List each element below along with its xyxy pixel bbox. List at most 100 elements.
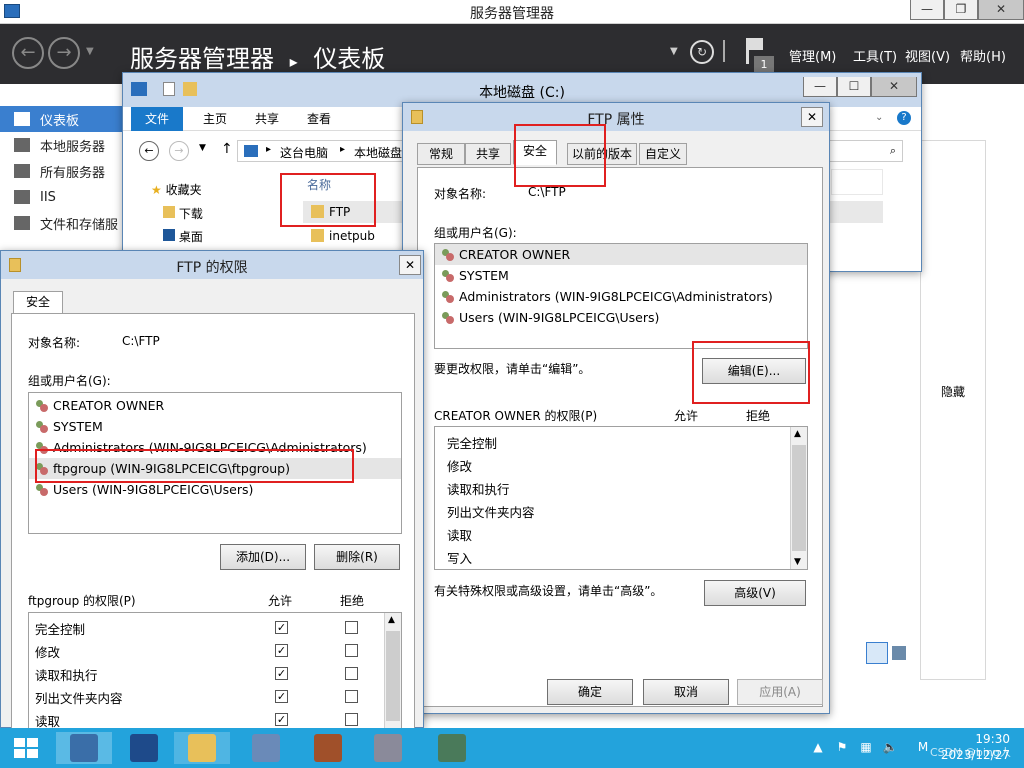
tiles-view-icon[interactable] [892, 646, 906, 660]
sidebar-item-file-storage[interactable]: 文件和存储服 [0, 210, 129, 236]
recent-dropdown-icon[interactable]: ▼ [199, 143, 206, 153]
tab-general[interactable]: 常规 [417, 143, 465, 165]
list-item[interactable]: SYSTEM [29, 416, 401, 437]
firewall-icon[interactable] [300, 732, 356, 764]
cancel-button[interactable]: 取消 [643, 679, 729, 705]
folder-icon [311, 229, 324, 242]
apply-button[interactable]: 应用(A) [737, 679, 823, 705]
menu-help[interactable]: 帮助(H) [960, 46, 1006, 65]
menu-tools[interactable]: 工具(T) [853, 46, 897, 65]
close-button[interactable]: ✕ [871, 77, 917, 97]
ok-button[interactable]: 确定 [547, 679, 633, 705]
file-explorer-icon[interactable] [174, 732, 230, 764]
menu-manage[interactable]: 管理(M) [789, 46, 836, 65]
user-name: CREATOR OWNER [53, 398, 165, 413]
sidebar-item-iis[interactable]: IIS [0, 184, 129, 210]
breadcrumb-root[interactable]: 服务器管理器 [130, 45, 274, 73]
tab-security[interactable]: 安全 [513, 140, 557, 165]
deny-checkbox[interactable] [345, 667, 358, 680]
tab-share[interactable]: 共享 [241, 107, 293, 131]
sm-window-controls: — ❐ ✕ [910, 0, 1024, 20]
minimize-button[interactable]: — [910, 0, 944, 20]
start-button[interactable] [0, 732, 56, 764]
advanced-button[interactable]: 高级(V) [704, 580, 806, 606]
list-item[interactable]: Users (WIN-9IG8LPCEICG\Users) [435, 307, 807, 328]
close-button[interactable]: ✕ [801, 107, 823, 127]
tab-customize[interactable]: 自定义 [639, 143, 687, 165]
list-item[interactable]: CREATOR OWNER [29, 395, 401, 416]
allow-checkbox[interactable]: ✓ [275, 713, 288, 726]
back-arrow-icon[interactable]: ← [139, 141, 159, 161]
nav-desktop[interactable]: 桌面 [163, 228, 203, 245]
tab-file[interactable]: 文件 [131, 107, 184, 131]
details-view-icon[interactable] [866, 642, 888, 664]
scrollbar[interactable]: ▲ [384, 613, 401, 732]
nav-downloads[interactable]: 下载 [163, 205, 203, 222]
forward-arrow-icon[interactable]: → [169, 141, 189, 161]
deny-checkbox[interactable] [345, 690, 358, 703]
file-name: inetpub [329, 229, 375, 243]
tab-home[interactable]: 主页 [189, 107, 241, 131]
network-icon[interactable] [238, 732, 294, 764]
allow-checkbox[interactable]: ✓ [275, 690, 288, 703]
list-item[interactable]: Users (WIN-9IG8LPCEICG\Users) [29, 479, 401, 500]
server-manager-taskbar-icon[interactable] [56, 732, 112, 764]
nav-favorites[interactable]: ★ 收藏夹 [151, 181, 202, 198]
tray-expand-icon[interactable]: ▲ [810, 740, 826, 756]
address-segment[interactable]: 本地磁盘 [354, 144, 402, 161]
deny-checkbox[interactable] [345, 644, 358, 657]
dropdown-icon[interactable]: ▼ [670, 46, 678, 57]
deny-checkbox[interactable] [345, 621, 358, 634]
list-item-selected[interactable]: ftpgroup (WIN-9IG8LPCEICG\ftpgroup) [29, 458, 401, 479]
services-icon[interactable] [424, 732, 480, 764]
user-list[interactable]: CREATOR OWNER SYSTEM Administrators (WIN… [28, 392, 402, 534]
allow-checkbox[interactable]: ✓ [275, 644, 288, 657]
scroll-up-icon[interactable]: ▲ [388, 615, 395, 625]
maximize-button[interactable]: ☐ [837, 77, 871, 97]
tab-view[interactable]: 查看 [293, 107, 345, 131]
scroll-down-icon[interactable]: ▼ [794, 557, 801, 567]
help-icon[interactable]: ? [897, 111, 911, 125]
scroll-thumb[interactable] [386, 631, 400, 721]
volume-icon[interactable]: 🔈 [882, 740, 898, 756]
tab-sharing[interactable]: 共享 [465, 143, 511, 165]
list-item[interactable]: CREATOR OWNER [435, 244, 807, 265]
list-item[interactable]: Administrators (WIN-9IG8LPCEICG\Administ… [29, 437, 401, 458]
close-button[interactable]: ✕ [399, 255, 421, 275]
deny-checkbox[interactable] [345, 713, 358, 726]
minimize-button[interactable]: — [803, 77, 837, 97]
action-center-icon[interactable]: ⚑ [834, 740, 850, 756]
edit-button[interactable]: 编辑(E)... [702, 358, 806, 384]
menu-view[interactable]: 视图(V) [905, 46, 950, 65]
add-button[interactable]: 添加(D)... [220, 544, 306, 570]
network-tray-icon[interactable]: ▦ [858, 740, 874, 756]
up-arrow-icon[interactable]: ↑ [221, 141, 233, 157]
list-item[interactable]: SYSTEM [435, 265, 807, 286]
iis-manager-icon[interactable] [360, 732, 416, 764]
sidebar-item-all-servers[interactable]: 所有服务器 [0, 158, 129, 184]
allow-checkbox[interactable]: ✓ [275, 621, 288, 634]
back-arrow-icon[interactable]: ← [12, 37, 44, 69]
powershell-icon[interactable] [116, 732, 172, 764]
star-icon: ★ [151, 183, 162, 197]
scroll-thumb[interactable] [792, 445, 806, 551]
nav-dropdown-icon[interactable]: ▼ [86, 46, 94, 57]
refresh-icon[interactable]: ↻ [690, 40, 714, 64]
column-header-name[interactable]: 名称 [307, 176, 331, 193]
hide-link[interactable]: 隐藏 [941, 383, 965, 400]
search-input[interactable]: ⌕ [823, 140, 903, 162]
allow-checkbox[interactable]: ✓ [275, 667, 288, 680]
user-list[interactable]: CREATOR OWNER SYSTEM Administrators (WIN… [434, 243, 808, 349]
remove-button[interactable]: 删除(R) [314, 544, 400, 570]
scroll-up-icon[interactable]: ▲ [794, 429, 801, 439]
sidebar-item-dashboard[interactable]: 仪表板 [0, 106, 129, 132]
forward-arrow-icon[interactable]: → [48, 37, 80, 69]
list-item[interactable]: Administrators (WIN-9IG8LPCEICG\Administ… [435, 286, 807, 307]
sidebar-item-local-server[interactable]: 本地服务器 [0, 132, 129, 158]
maximize-button[interactable]: ❐ [944, 0, 978, 20]
tab-previous-versions[interactable]: 以前的版本 [567, 143, 637, 165]
scrollbar[interactable]: ▲ ▼ [790, 427, 807, 569]
close-button[interactable]: ✕ [978, 0, 1024, 20]
address-segment[interactable]: 这台电脑 [280, 144, 328, 161]
chevron-down-icon[interactable]: ⌄ [875, 112, 883, 123]
